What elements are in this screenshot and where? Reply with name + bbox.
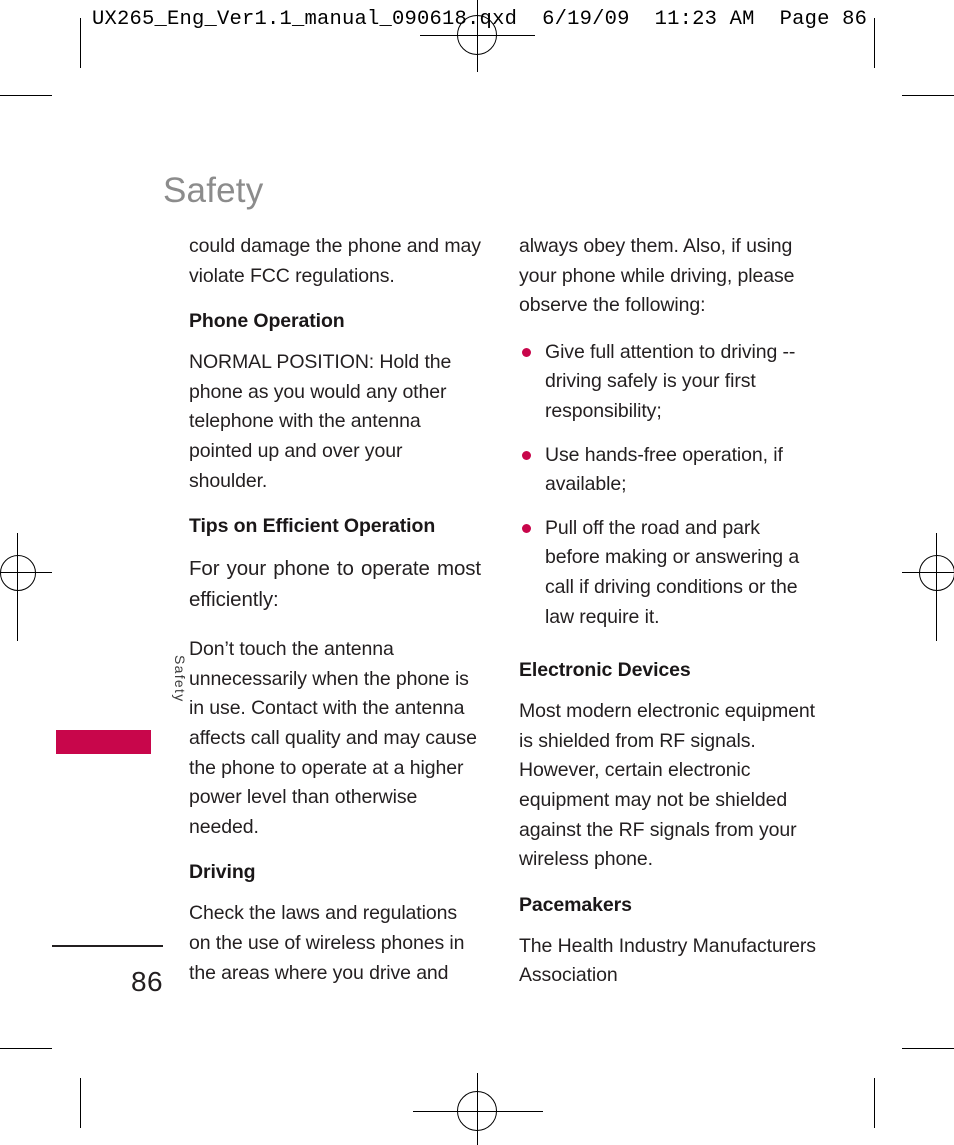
paragraph: could damage the phone and may violate F… [189, 235, 481, 287]
document-page: UX265_Eng_Ver1.1_manual_090618.qxd 6/19/… [0, 0, 954, 1145]
crop-mark-bottom-right-vertical [874, 1078, 875, 1128]
paragraph: Don’t touch the antenna unnecessarily wh… [189, 638, 477, 838]
crop-mark-bottom-left-horizontal [0, 1048, 52, 1049]
paragraph-justified: For your phone to operate most efficient… [189, 557, 481, 612]
bullet-dot-icon [522, 347, 531, 357]
list-item: Give full attention to driving -- drivin… [519, 338, 819, 427]
bullet-dot-icon [522, 523, 531, 533]
list-item-label: Pull off the road and park before making… [545, 516, 800, 628]
section-heading-driving: Driving [189, 861, 256, 884]
list-item: Pull off the road and park before making… [519, 514, 819, 632]
crop-mark-top-right-vertical [874, 18, 875, 68]
registration-right-circle [919, 555, 954, 591]
crop-mark-top-left-horizontal [0, 95, 52, 96]
crop-mark-top-right-horizontal [902, 95, 954, 96]
section-heading-phone-operation: Phone Operation [189, 310, 345, 333]
registration-left-circle [0, 555, 36, 591]
bullet-list: Give full attention to driving -- drivin… [519, 338, 819, 632]
crop-mark-bottom-left-vertical [80, 1078, 81, 1128]
section-heading-pacemakers: Pacemakers [519, 893, 632, 916]
paragraph: The Health Industry Manufacturers Associ… [519, 934, 816, 987]
registration-bottom-circle [457, 1091, 497, 1131]
paragraph: always obey them. Also, if using your ph… [519, 235, 795, 317]
folio-rule [52, 945, 163, 947]
section-heading-tips-on-efficient-operation: Tips on Efficient Operation [189, 515, 436, 538]
paragraph: Check the laws and regulations on the us… [189, 902, 465, 984]
side-tab-bar [56, 730, 151, 754]
section-heading-electronic-devices: Electronic Devices [519, 659, 691, 682]
crop-mark-top-left-vertical [80, 18, 81, 68]
list-item: Use hands-free operation, if available; [519, 441, 819, 500]
page-title: Safety [163, 171, 264, 211]
paragraph: Most modern electronic equipment is shie… [519, 700, 815, 871]
page-number: 86 [131, 966, 163, 997]
text-column-right: always obey them. Also, if using your ph… [519, 232, 819, 1011]
bullet-dot-icon [522, 450, 531, 460]
crop-mark-bottom-right-horizontal [902, 1048, 954, 1049]
registration-top-circle [457, 15, 497, 55]
text-column-left: could damage the phone and may violate F… [189, 232, 481, 1008]
paragraph: NORMAL POSITION: Hold the phone as you w… [189, 351, 452, 492]
side-tab-label: Safety [172, 655, 188, 703]
list-item-label: Use hands-free operation, if available; [545, 443, 783, 496]
list-item-label: Give full attention to driving -- drivin… [545, 340, 796, 422]
